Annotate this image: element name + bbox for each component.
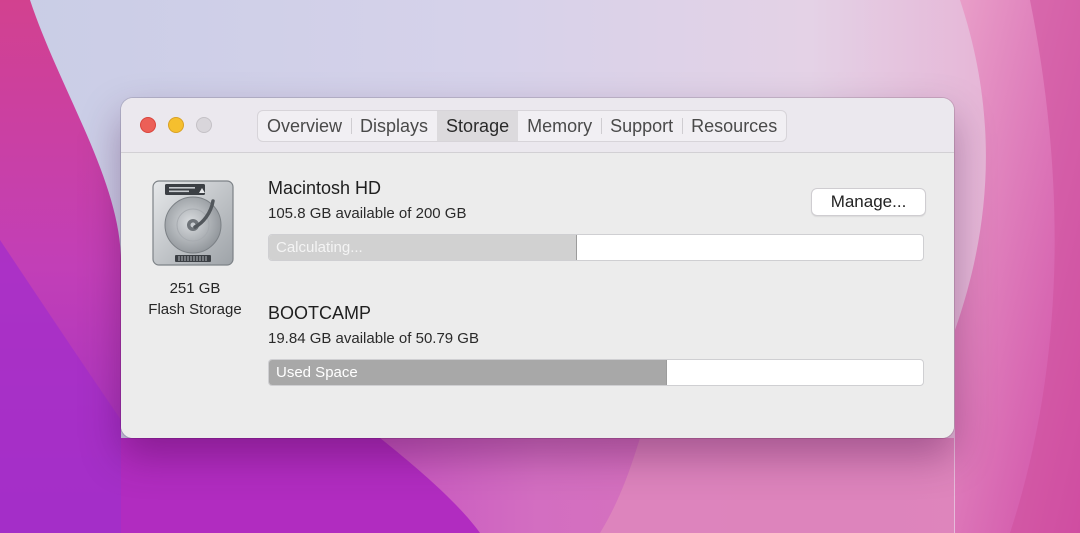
volume-name-bootcamp: BOOTCAMP xyxy=(268,303,372,323)
storage-bar-bootcamp: Used Space xyxy=(268,359,924,386)
minimize-button[interactable] xyxy=(168,117,184,133)
volume-availability-bootcamp: 19.84 GB available of 50.79 GB xyxy=(268,330,479,347)
tab-overview[interactable]: Overview xyxy=(258,111,351,141)
tab-storage[interactable]: Storage xyxy=(437,111,519,141)
about-this-mac-window: Overview Displays Storage Memory Support… xyxy=(121,98,954,438)
title-bar: Overview Displays Storage Memory Support… xyxy=(121,98,954,153)
manage-button[interactable]: Manage... xyxy=(811,188,926,216)
hard-drive-icon xyxy=(152,180,234,266)
tab-bar: Overview Displays Storage Memory Support… xyxy=(257,110,788,142)
tab-resources[interactable]: Resources xyxy=(682,111,786,141)
volume-availability-macintosh-hd: 105.8 GB available of 200 GB xyxy=(268,205,467,222)
storage-panel: 251 GB Flash Storage Macintosh HD 105.8 … xyxy=(121,153,954,438)
close-button[interactable] xyxy=(140,117,156,133)
storage-bar-fill: Used Space xyxy=(269,360,668,385)
storage-bar-macintosh-hd: Calculating... xyxy=(268,234,924,261)
disk-type: Flash Storage xyxy=(148,301,242,318)
tab-support[interactable]: Support xyxy=(601,111,682,141)
disk-capacity: 251 GB xyxy=(169,280,221,297)
tab-displays[interactable]: Displays xyxy=(351,111,437,141)
volume-name-macintosh-hd: Macintosh HD xyxy=(268,178,382,198)
storage-bar-fill: Calculating... xyxy=(269,235,578,260)
tab-memory[interactable]: Memory xyxy=(518,111,601,141)
zoom-button[interactable] xyxy=(196,117,212,133)
